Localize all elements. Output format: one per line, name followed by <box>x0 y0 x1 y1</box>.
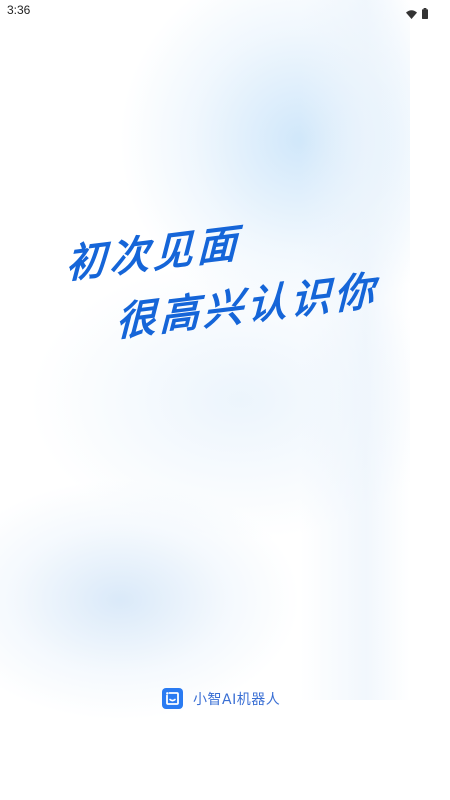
brand-name: 小智AI机器人 <box>193 691 281 708</box>
background-wash-top <box>120 0 450 320</box>
screen-edge <box>410 0 450 800</box>
wifi-icon <box>406 4 417 23</box>
smile-chat-icon <box>162 688 183 709</box>
splash-screen: 3:36 初次见面 很高兴认识你 小智AI机器人 <box>0 0 450 800</box>
welcome-slogan: 初次见面 很高兴认识你 <box>0 0 450 800</box>
background-wash-right <box>300 0 410 700</box>
status-time: 3:36 <box>7 3 31 17</box>
slogan-line-1: 初次见面 <box>65 220 242 289</box>
battery-icon <box>422 4 428 23</box>
status-icons <box>406 4 428 23</box>
brand-footer: 小智AI机器人 <box>162 688 280 709</box>
slogan-line-2: 很高兴认识你 <box>115 267 379 347</box>
background-wash-bottom <box>0 480 300 720</box>
background-wash-middle <box>30 260 450 540</box>
status-bar: 3:36 <box>0 0 450 22</box>
